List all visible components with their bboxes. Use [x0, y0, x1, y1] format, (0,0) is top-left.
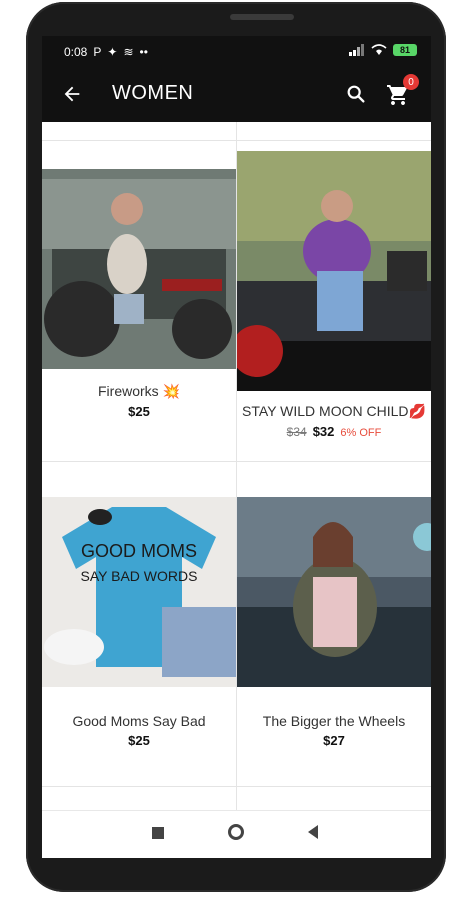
- cart-button[interactable]: 0: [383, 74, 419, 110]
- grid-row-partial: [42, 787, 431, 810]
- product-grid[interactable]: Fireworks 💥 $25 STAY WILD MOON CHILD💋 $3…: [42, 122, 431, 810]
- grid-cell-partial-left: [42, 787, 237, 810]
- grid-row-partial: [42, 122, 431, 141]
- product-image[interactable]: GOOD MOMS SAY BAD WORDS: [42, 497, 236, 687]
- product-name: STAY WILD MOON CHILD💋: [242, 403, 426, 419]
- product-name: Fireworks 💥: [98, 383, 180, 399]
- product-price: $25: [128, 733, 150, 748]
- status-time: 0:08: [64, 45, 88, 59]
- product-image[interactable]: [237, 497, 431, 687]
- product-image[interactable]: [237, 151, 431, 391]
- status-icon-wave: ≋: [123, 45, 134, 59]
- status-icon-dots: ••: [139, 45, 148, 59]
- speaker-grille: [230, 14, 294, 20]
- product-price-group: $34 $32 6% OFF: [237, 424, 431, 439]
- status-left: 0:08 P ✦ ≋ ••: [64, 45, 148, 59]
- battery-level: 81: [399, 45, 410, 55]
- screen: 0:08 P ✦ ≋ •• 81 WOMEN 0 Fireworks 💥 $25…: [42, 36, 431, 858]
- product-photo: GOOD MOMS SAY BAD WORDS: [42, 497, 236, 687]
- product-discount: 6% OFF: [340, 427, 382, 439]
- product-name: The Bigger the Wheels: [262, 713, 406, 729]
- back-button[interactable]: [58, 80, 86, 108]
- signal-icon: [349, 44, 364, 56]
- grid-row: Fireworks 💥 $25 STAY WILD MOON CHILD💋 $3…: [42, 141, 431, 462]
- product-photo: [42, 169, 236, 369]
- status-right: 81: [349, 44, 417, 56]
- product-image[interactable]: [42, 169, 236, 369]
- search-icon: [347, 85, 365, 103]
- app-bar: WOMEN 0: [42, 68, 431, 122]
- product-price: $32: [312, 424, 335, 439]
- system-navigation-bar: [42, 810, 431, 858]
- product-card-bigger-wheels[interactable]: The Bigger the Wheels $27: [237, 462, 431, 786]
- product-card-stay-wild[interactable]: STAY WILD MOON CHILD💋 $34 $32 6% OFF: [237, 141, 431, 461]
- status-bar: 0:08 P ✦ ≋ •• 81: [42, 36, 431, 68]
- status-icon-p: P: [93, 45, 102, 59]
- svg-text:GOOD MOMS: GOOD MOMS: [81, 541, 197, 561]
- product-photo: [237, 151, 431, 391]
- search-button[interactable]: [343, 81, 369, 107]
- arrow-back-icon: [64, 86, 80, 102]
- product-name: Good Moms Say Bad: [72, 713, 206, 729]
- product-price: $25: [128, 404, 150, 419]
- status-icon-sparkle: ✦: [107, 45, 118, 59]
- grid-cell-partial-left: [42, 122, 237, 140]
- grid-cell-partial-right: [237, 122, 431, 140]
- cart-badge: 0: [403, 74, 419, 90]
- grid-row: GOOD MOMS SAY BAD WORDS Good Moms Say Ba…: [42, 462, 431, 787]
- product-card-fireworks[interactable]: Fireworks 💥 $25: [42, 141, 237, 461]
- page-title: WOMEN: [112, 82, 194, 104]
- product-price: $27: [323, 733, 345, 748]
- home-button[interactable]: [228, 824, 244, 840]
- recent-apps-button[interactable]: [152, 827, 164, 839]
- svg-text:SAY BAD WORDS: SAY BAD WORDS: [81, 568, 198, 584]
- grid-cell-partial-right: [237, 787, 431, 810]
- product-card-good-moms[interactable]: GOOD MOMS SAY BAD WORDS Good Moms Say Ba…: [42, 462, 237, 786]
- battery-icon: 81: [393, 44, 417, 56]
- product-old-price: $34: [286, 425, 307, 439]
- wifi-icon: [371, 44, 387, 55]
- back-nav-button[interactable]: [308, 825, 318, 839]
- product-photo: [237, 497, 431, 687]
